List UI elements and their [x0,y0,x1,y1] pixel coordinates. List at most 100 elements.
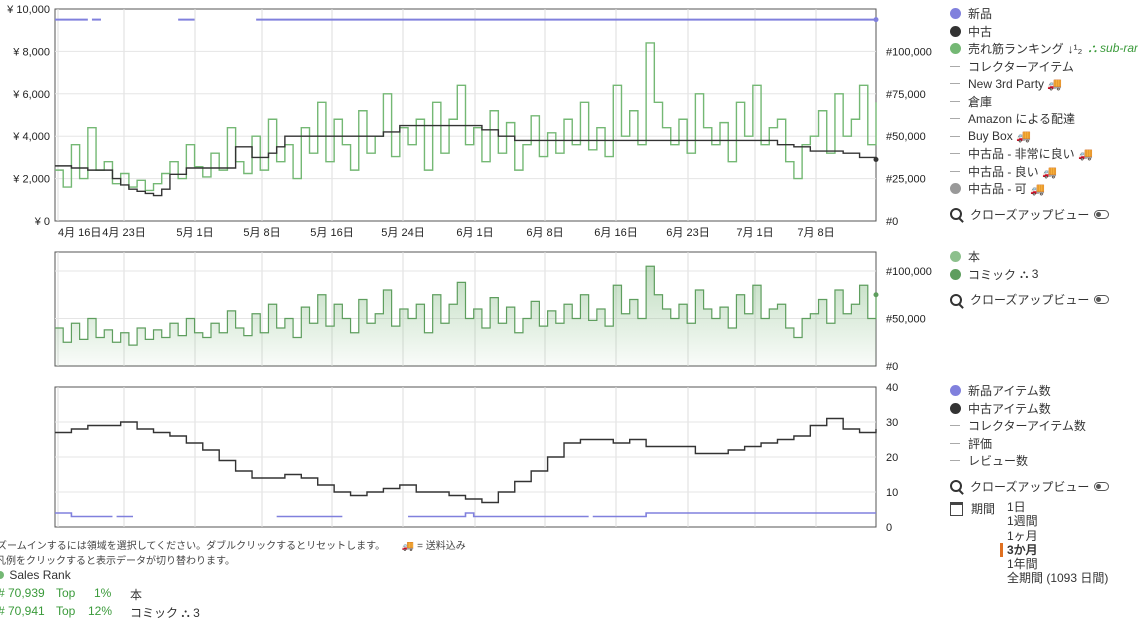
y-right-tick: 10 [886,487,898,499]
y-right-tick: 20 [886,452,898,464]
legend-item[interactable]: 評価 [950,435,1109,453]
period-option[interactable]: 1日 [1007,500,1108,514]
toggle-icon[interactable] [1094,295,1110,304]
legend-suffix: ⛬ 3 [1020,266,1039,281]
legend-item[interactable]: 本 [950,248,1109,266]
period-option[interactable]: 全期間 (1093 日間) [1007,571,1108,585]
legend-item[interactable]: レビュー数 [950,452,1109,470]
legend-dash-icon [950,460,960,462]
legend-item[interactable]: コレクターアイテム [950,58,1138,76]
category-rank-chart[interactable]: #0 #50,000 #100,000 [54,251,932,373]
legend-item[interactable]: 売れ筋ランキング ↓¹₂ ⛬ sub-ran [950,40,1138,58]
legend-item[interactable]: Amazon による配達 [950,110,1138,128]
period-label: 期間 [971,502,996,516]
closeup-label: クローズアップビュー [970,207,1090,222]
legend-label: 売れ筋ランキング [968,42,1064,57]
period-option[interactable]: 3か月 [1000,542,1108,558]
legend-label: 中古アイテム数 [968,401,1051,416]
zoom-hint-text: ズームインするには領域を選択してください。ダブルクリックするとリセットします。 [0,541,386,552]
legend-dot-icon [950,402,961,414]
x-tick-label: 6月 1日 [456,227,493,239]
legend-label: 評価 [968,436,993,451]
legend-item[interactable]: 中古アイテム数 [950,400,1109,418]
sales-rank-rank: 70,939 [8,586,45,600]
x-tick-label: 6月 8日 [526,227,563,239]
legend-item[interactable]: 中古 [950,23,1138,41]
legend-dash-icon [950,425,960,427]
legend-item[interactable]: 倉庫 [950,93,1138,111]
x-tick-label: 6月 23日 [666,227,709,239]
x-tick-label: 4月 16日 [58,227,101,239]
search-icon [950,208,962,220]
y-right-tick: 40 [886,382,898,394]
legend-dash-icon [950,100,960,102]
y-right-tick: #0 [886,216,898,228]
legend-dot-icon [950,25,961,37]
y-right-tick: #100,000 [886,46,932,58]
y-right-tick: #50,000 [886,314,926,326]
legend-item[interactable]: 中古品 - 可 🚚 [950,180,1138,198]
closeup-toggle[interactable]: クローズアップビュー [950,291,1110,308]
x-tick-label: 5月 1日 [176,227,213,239]
legend-label: レビュー数 [968,454,1029,469]
offer-count-chart[interactable]: 0 10 20 30 40 [54,382,898,534]
y-right-tick: 30 [886,417,898,429]
period-option[interactable]: 1週間 [1007,514,1108,528]
y-right-tick: 0 [886,522,892,534]
sales-rank-hash: # [0,604,5,618]
legend-label: コレクターアイテム数 [968,419,1086,434]
legend-label: 本 [968,250,981,265]
y-right-tick: #50,000 [886,131,926,143]
legend-label: 倉庫 [968,94,993,109]
legend-item[interactable]: 新品 [950,5,1138,23]
legend-hint: 凡例をクリックすると表示データが切り替わります。 [0,556,235,567]
x-tick-label: 7月 8日 [797,227,834,239]
legend-dot-icon [950,43,961,55]
legend-label: 中古品 - 非常に良い 🚚 [968,147,1093,162]
sales-rank-dot-icon [0,571,4,579]
period-option[interactable]: 1ヶ月 [1007,529,1108,543]
legend-dot-icon [950,251,961,263]
legend-label: Buy Box 🚚 [968,129,1031,144]
y-left-tick: ¥ 10,000 [6,4,50,16]
legend-label: 新品アイテム数 [968,384,1051,399]
sub-rank-link[interactable]: ⛬ sub-ran [1088,41,1138,56]
x-tick-label: 5月 8日 [243,227,280,239]
toggle-icon[interactable] [1094,481,1110,491]
legend-item[interactable]: 中古品 - 非常に良い 🚚 [950,145,1138,163]
legend-label: 中古品 - 可 🚚 [968,182,1045,197]
legend-label: Amazon による配達 [968,112,1075,127]
legend-label: コレクターアイテム [968,59,1074,74]
closeup-toggle[interactable]: クローズアップビュー [950,206,1138,223]
legend-item[interactable]: Buy Box 🚚 [950,128,1138,146]
chart-canvas[interactable]: ¥ 0¥ 2,000¥ 4,000¥ 6,000¥ 8,000¥ 10,000 … [0,0,945,614]
legend-item[interactable]: 新品アイテム数 [950,382,1109,400]
sales-rank-category[interactable]: コミック ⛬ 3 [130,604,200,621]
closeup-toggle[interactable]: クローズアップビュー [950,478,1110,495]
legend-dash-icon [950,170,960,172]
search-icon [950,293,962,306]
calendar-icon [950,501,963,516]
legend-item[interactable]: コミック ⛬ 3 [950,266,1109,284]
sales-rank-category[interactable]: 本 [130,586,142,603]
y-left-tick: ¥ 2,000 [12,174,50,186]
legend-item[interactable]: コレクターアイテム数 [950,417,1109,435]
closeup-label: クローズアップビュー [970,293,1090,307]
sales-rank-pct: 1% [94,586,112,600]
closeup-label: クローズアップビュー [970,479,1090,494]
y-right-tick: #100,000 [886,266,932,278]
legend-label: 中古品 - 良い 🚚 [968,164,1057,179]
sales-rank-title-text: Sales Rank [9,568,71,582]
sales-rank-top: Top [56,586,76,600]
legend-dash-icon [950,118,960,120]
period-option[interactable]: 1年間 [1007,557,1108,571]
sales-rank-pct: 12% [88,604,113,618]
legend-item[interactable]: 中古品 - 良い 🚚 [950,163,1138,181]
price-rank-chart[interactable]: ¥ 0¥ 2,000¥ 4,000¥ 6,000¥ 8,000¥ 10,000 … [6,4,932,239]
y-right-tick: #75,000 [886,89,926,101]
legend-top: 新品 中古 売れ筋ランキング ↓¹₂ ⛬ sub-ran コレクターアイテム New 3r… [950,5,1138,223]
series-used-endpoint [873,157,879,163]
toggle-icon[interactable] [1094,209,1110,219]
legend-item[interactable]: New 3rd Party 🚚 [950,75,1138,93]
sales-rank-hash: # [0,586,5,600]
